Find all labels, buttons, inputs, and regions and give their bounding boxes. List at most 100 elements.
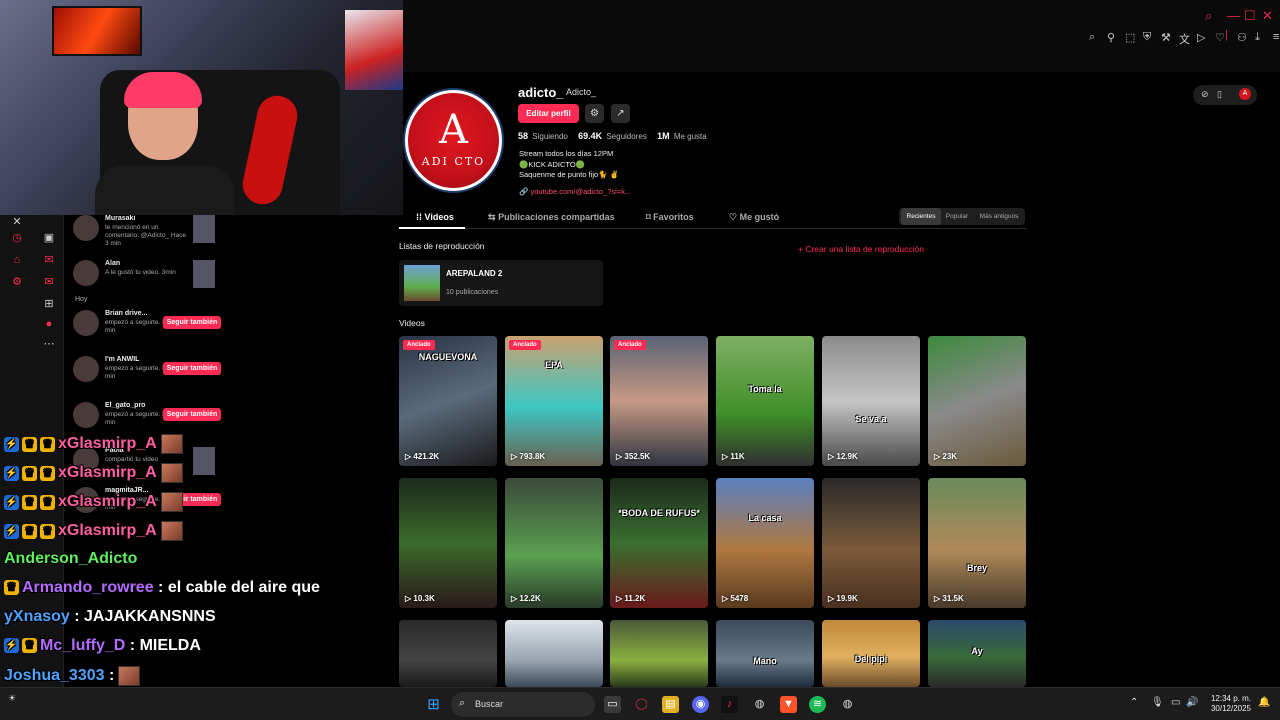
follow-back-button[interactable]: Seguir también bbox=[163, 316, 221, 329]
network-icon[interactable]: ▭ bbox=[1171, 697, 1180, 708]
video-card[interactable]: Anclado NAGUEVONA ▷ 421.2K bbox=[399, 336, 497, 466]
video-card[interactable] bbox=[610, 620, 708, 687]
zoom-icon[interactable]: ⌕ bbox=[1089, 31, 1095, 44]
video-thumbnail[interactable] bbox=[193, 447, 215, 475]
tab-liked[interactable]: ♡ Me gustó bbox=[729, 212, 779, 223]
compass-icon[interactable]: ⊘ bbox=[1201, 89, 1209, 100]
video-card[interactable]: La casa ▷ 5478 bbox=[716, 478, 814, 608]
clock-icon[interactable]: ◷ bbox=[10, 231, 24, 245]
live-icon[interactable]: ▣ bbox=[42, 231, 56, 245]
phone-icon[interactable]: ▯ bbox=[1217, 89, 1222, 100]
spotify-icon[interactable]: ≋ bbox=[809, 696, 826, 713]
volume-icon[interactable]: 🔊 bbox=[1186, 697, 1198, 708]
windows-start-icon[interactable]: ⊞ bbox=[425, 696, 442, 713]
profile-avatar[interactable]: A ADI CTO bbox=[405, 90, 502, 191]
minimize-icon[interactable]: — bbox=[1227, 8, 1240, 23]
avatar[interactable] bbox=[73, 260, 99, 286]
account-icon[interactable]: ⚇ bbox=[1237, 31, 1247, 44]
sort-oldest[interactable]: Más antiguos bbox=[973, 208, 1025, 225]
video-card[interactable]: Se va a ▷ 12.9K bbox=[822, 336, 920, 466]
avatar[interactable] bbox=[73, 356, 99, 382]
maximize-icon[interactable]: ☐ bbox=[1244, 8, 1256, 24]
video-thumbnail[interactable] bbox=[193, 260, 215, 288]
sort-recent[interactable]: Recientes bbox=[901, 208, 941, 225]
settings-button[interactable]: ⚙ bbox=[585, 104, 604, 123]
inbox-icon[interactable]: ✉ bbox=[42, 253, 56, 267]
tab-favorites[interactable]: ⌑ Favoritos bbox=[646, 212, 694, 223]
follow-back-button[interactable]: Seguir también bbox=[163, 362, 221, 375]
taskbar-search[interactable]: ⌕ Buscar bbox=[451, 692, 595, 717]
avatar[interactable] bbox=[73, 402, 99, 428]
translate-icon[interactable]: 文 bbox=[1179, 31, 1190, 47]
avatar[interactable] bbox=[73, 310, 99, 336]
bio-link[interactable]: 🔗 youtube.com/@adicto_?si=k... bbox=[519, 187, 631, 196]
settings-icon[interactable]: ⚙ bbox=[10, 275, 24, 289]
video-card[interactable] bbox=[505, 620, 603, 687]
video-card[interactable]: *BODA DE RUFUS* ▷ 11.2K bbox=[610, 478, 708, 608]
notification-name[interactable]: Murasaki bbox=[105, 215, 135, 222]
video-card[interactable]: Brey ▷ 31.5K bbox=[928, 478, 1026, 608]
shield-icon[interactable]: ⛨ bbox=[1143, 31, 1151, 44]
video-thumbnail[interactable] bbox=[193, 215, 215, 243]
more-icon[interactable]: ⋯ bbox=[42, 337, 56, 351]
mic-icon[interactable]: 🎙 bbox=[1151, 697, 1164, 708]
sort-popular[interactable]: Popular bbox=[941, 208, 973, 225]
heart-icon[interactable]: ♡ bbox=[1215, 31, 1225, 44]
close-icon[interactable]: ✕ bbox=[10, 215, 24, 229]
video-card[interactable]: ▷ 12.2K bbox=[505, 478, 603, 608]
notification-name[interactable]: Alan bbox=[105, 260, 120, 267]
download-icon[interactable]: ⤓ bbox=[1255, 31, 1260, 44]
tab-reposts[interactable]: ⇆ Publicaciones compartidas bbox=[488, 212, 615, 223]
video-card[interactable]: ▷ 10.3K bbox=[399, 478, 497, 608]
play-icon[interactable]: ▷ bbox=[1197, 31, 1205, 44]
tab-videos[interactable]: ⁞⁞ Videos bbox=[416, 212, 454, 222]
video-card[interactable]: Del pipi bbox=[822, 620, 920, 687]
task-view-icon[interactable]: ▭ bbox=[604, 696, 621, 713]
tiktok-icon[interactable]: ♪ bbox=[721, 696, 738, 713]
follow-back-button[interactable]: Seguir también bbox=[163, 408, 221, 421]
messages-icon[interactable]: ✉ bbox=[42, 275, 56, 289]
notification-item[interactable]: Murasaki te mencionó en un comentario: @A… bbox=[73, 215, 223, 255]
avatar[interactable] bbox=[73, 215, 99, 241]
playlist-card[interactable]: AREPALAND 2 10 publicaciones bbox=[399, 260, 603, 306]
video-card[interactable]: Ay bbox=[928, 620, 1026, 687]
obs-icon[interactable]: ◍ bbox=[839, 696, 856, 713]
profile-avatar-mini[interactable]: A bbox=[1239, 88, 1251, 100]
video-card[interactable]: Anclado ▷ 352.5K bbox=[610, 336, 708, 466]
share-button[interactable]: ↗ bbox=[611, 104, 630, 123]
brave-icon[interactable]: ▼ bbox=[780, 696, 797, 713]
weather-icon[interactable]: ☀ bbox=[8, 693, 16, 704]
followers-label[interactable]: Seguidores bbox=[606, 132, 646, 141]
following-label[interactable]: Siguiendo bbox=[532, 132, 568, 141]
app-icon[interactable]: ◍ bbox=[751, 696, 768, 713]
upload-icon[interactable]: ⊞ bbox=[42, 297, 56, 311]
chevron-up-icon[interactable]: ⌃ bbox=[1130, 697, 1138, 708]
video-card[interactable]: ▷ 23K bbox=[928, 336, 1026, 466]
discord-icon[interactable]: ◉ bbox=[692, 696, 709, 713]
profile-icon[interactable]: ● bbox=[42, 317, 56, 331]
notification-item[interactable]: I'm ANWIL empezó a seguirte. Hace 12 min S… bbox=[73, 356, 223, 396]
video-card[interactable] bbox=[399, 620, 497, 687]
edit-profile-button[interactable]: Editar perfil bbox=[518, 104, 579, 123]
notification-name[interactable]: I'm ANWIL bbox=[105, 356, 139, 363]
notification-name[interactable]: El_gato_pro bbox=[105, 402, 145, 409]
home-icon[interactable]: ⌂ bbox=[10, 253, 24, 267]
create-playlist-button[interactable]: + Crear una lista de reproducción bbox=[798, 244, 924, 254]
notification-item[interactable]: Alan A le gustó tu video. 3min bbox=[73, 260, 223, 300]
taskbar-clock[interactable]: 12:34 p. m. 30/12/2025 bbox=[1206, 694, 1256, 714]
video-card[interactable]: Toma la ▷ 11K bbox=[716, 336, 814, 466]
video-card[interactable]: Anclado EPA ▷ 793.8K bbox=[505, 336, 603, 466]
screenshot-icon[interactable]: ⬚ bbox=[1125, 31, 1135, 44]
search-icon[interactable]: ⌕ bbox=[1205, 8, 1212, 24]
video-card[interactable]: ▷ 19.9K bbox=[822, 478, 920, 608]
close-icon[interactable]: ✕ bbox=[1262, 8, 1273, 24]
pin-icon[interactable]: ⚲ bbox=[1107, 31, 1115, 44]
opera-icon[interactable]: ◯ bbox=[633, 696, 650, 713]
notification-item[interactable]: Brian drive... empezó a seguirte. Hace 11… bbox=[73, 310, 223, 350]
notification-name[interactable]: Brian drive... bbox=[105, 310, 147, 317]
notification-bell-icon[interactable]: 🔔 bbox=[1258, 697, 1270, 708]
menu-icon[interactable]: ≡ bbox=[1273, 31, 1279, 43]
file-explorer-icon[interactable]: ▤ bbox=[662, 696, 679, 713]
extensions-icon[interactable]: ⚒ bbox=[1161, 31, 1171, 44]
video-card[interactable]: Mano bbox=[716, 620, 814, 687]
